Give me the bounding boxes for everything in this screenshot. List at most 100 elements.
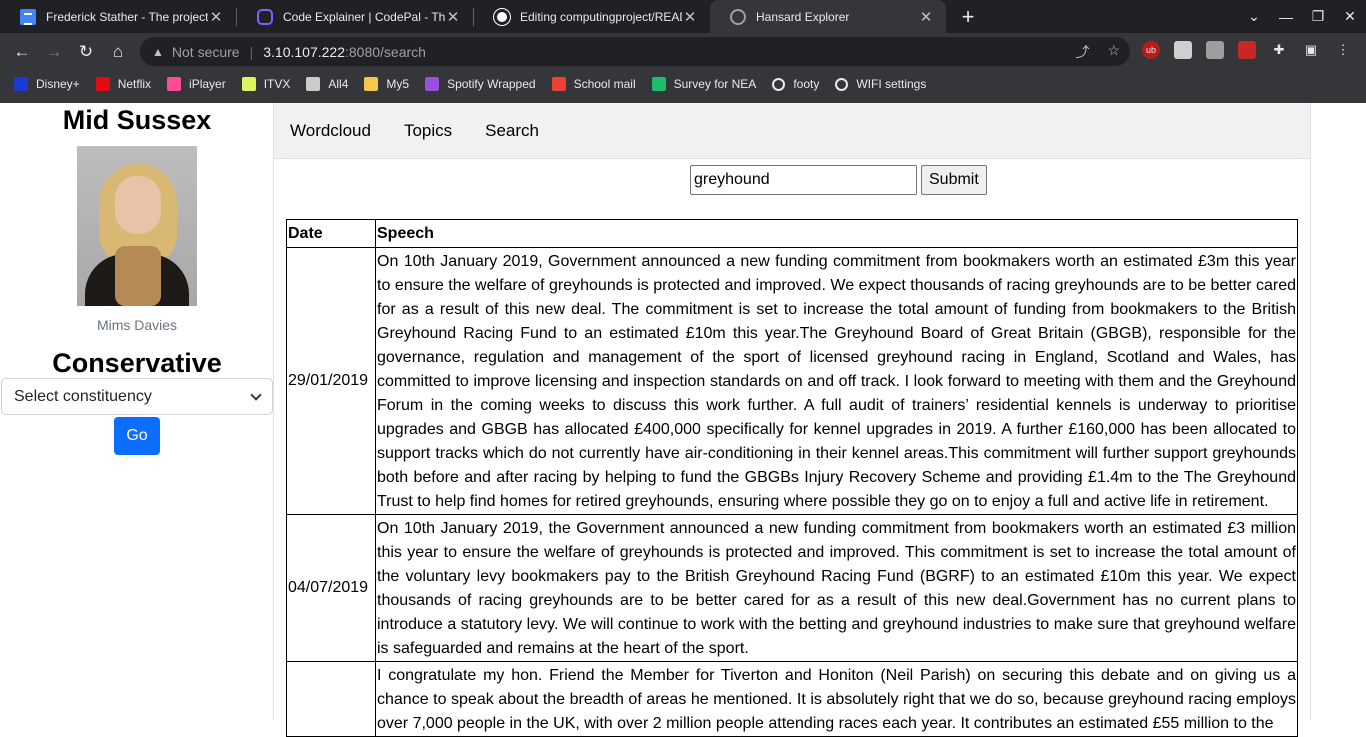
bookmark-item[interactable]: School mail bbox=[551, 77, 636, 91]
bookmark-label: iPlayer bbox=[189, 77, 226, 91]
side-panel-icon[interactable]: ▣ bbox=[1302, 41, 1320, 59]
bookmark-label: WIFI settings bbox=[856, 77, 927, 91]
browser-tab-strip: Frederick Stather - The project - G ✕ Co… bbox=[0, 0, 1366, 33]
iplayer-icon bbox=[167, 77, 182, 91]
mp-portrait bbox=[77, 146, 197, 306]
close-icon[interactable]: ✕ bbox=[445, 8, 461, 26]
bookmark-item[interactable]: footy bbox=[772, 77, 819, 91]
bookmark-item[interactable]: ITVX bbox=[241, 77, 291, 91]
back-icon[interactable]: ← bbox=[6, 42, 38, 62]
netflix-icon bbox=[95, 77, 110, 91]
date-cell: 29/01/2019 bbox=[286, 247, 376, 515]
submit-button[interactable]: Submit bbox=[921, 165, 987, 195]
mp-sidebar: Mid Sussex Mims Davies Conservative Sele… bbox=[0, 103, 274, 720]
globe-icon bbox=[772, 77, 786, 91]
bookmark-item[interactable]: Spotify Wrapped bbox=[425, 77, 536, 91]
globe-icon bbox=[835, 77, 849, 91]
speech-cell: On 10th January 2019, the Government ann… bbox=[375, 514, 1298, 662]
table-row: I congratulate my hon. Friend the Member… bbox=[286, 661, 1298, 737]
tab-title: Hansard Explorer bbox=[756, 9, 850, 24]
search-form: greyhound Submit bbox=[690, 165, 987, 195]
bookmark-label: My5 bbox=[386, 77, 410, 91]
bookmark-item[interactable]: Survey for NEA bbox=[651, 77, 757, 91]
mp-name: Mims Davies bbox=[96, 317, 178, 333]
reload-icon[interactable]: ↻ bbox=[70, 42, 102, 62]
bookmark-label: Survey for NEA bbox=[673, 77, 757, 91]
bookmark-item[interactable]: Netflix bbox=[95, 77, 152, 91]
browser-tab[interactable]: Code Explainer | CodePal - The U ✕ bbox=[237, 0, 473, 33]
ublock-icon[interactable]: ub bbox=[1142, 41, 1160, 59]
puzzle-icon[interactable]: ✚ bbox=[1270, 41, 1288, 59]
date-cell bbox=[286, 661, 376, 737]
bookmark-item[interactable]: Disney+ bbox=[14, 77, 80, 91]
bookmark-label: Disney+ bbox=[36, 77, 80, 91]
speech-column-header: Speech bbox=[375, 219, 1298, 248]
main-panel: Wordcloud Topics Search greyhound Submit… bbox=[273, 103, 1311, 737]
bookmark-label: All4 bbox=[328, 77, 349, 91]
bookmark-item[interactable]: iPlayer bbox=[167, 77, 226, 91]
extension-icon[interactable] bbox=[1174, 41, 1192, 59]
speech-cell: I congratulate my hon. Friend the Member… bbox=[375, 661, 1298, 737]
window-close-icon[interactable]: ✕ bbox=[1334, 8, 1366, 25]
codepal-icon bbox=[257, 8, 273, 25]
bookmark-label: footy bbox=[793, 77, 820, 91]
bookmark-item[interactable]: All4 bbox=[306, 77, 348, 91]
home-icon[interactable]: ⌂ bbox=[102, 42, 134, 62]
browser-tab-active[interactable]: Hansard Explorer ✕ bbox=[710, 0, 946, 33]
security-label[interactable]: Not secure bbox=[172, 44, 240, 60]
bookmark-label: Netflix bbox=[117, 77, 152, 91]
menu-icon[interactable]: ⋮ bbox=[1334, 41, 1352, 59]
browser-tab[interactable]: Frederick Stather - The project - G ✕ bbox=[0, 0, 236, 33]
warning-icon[interactable]: ▲ bbox=[152, 45, 164, 59]
constituency-select[interactable]: Select constituency bbox=[1, 378, 273, 415]
new-tab-button[interactable]: + bbox=[946, 0, 990, 33]
maximize-icon[interactable]: ❐ bbox=[1302, 8, 1334, 25]
spotify-icon bbox=[425, 77, 440, 91]
constituency-title: Mid Sussex bbox=[62, 105, 212, 135]
close-icon[interactable]: ✕ bbox=[918, 8, 934, 26]
speech-cell: On 10th January 2019, Government announc… bbox=[375, 247, 1298, 515]
date-cell: 04/07/2019 bbox=[286, 514, 376, 662]
page-content: Mid Sussex Mims Davies Conservative Sele… bbox=[0, 103, 1366, 737]
date-column-header: Date bbox=[286, 219, 376, 248]
tab-title: Editing computingproject/READM bbox=[520, 9, 682, 24]
search-input[interactable]: greyhound bbox=[690, 165, 917, 195]
nav-link-search[interactable]: Search bbox=[485, 121, 539, 141]
window-controls: ⌄ — ❐ ✕ bbox=[1238, 0, 1366, 33]
my5-icon bbox=[364, 77, 379, 91]
extension-icon[interactable] bbox=[1238, 41, 1256, 59]
forward-icon[interactable]: → bbox=[38, 42, 70, 62]
bookmark-star-icon[interactable]: ☆ bbox=[1107, 42, 1120, 62]
top-nav: Wordcloud Topics Search bbox=[274, 103, 1310, 159]
close-icon[interactable]: ✕ bbox=[208, 8, 224, 26]
browser-tab[interactable]: Editing computingproject/READM ✕ bbox=[474, 0, 710, 33]
go-button[interactable]: Go bbox=[114, 417, 160, 455]
close-icon[interactable]: ✕ bbox=[682, 8, 698, 26]
nav-link-wordcloud[interactable]: Wordcloud bbox=[290, 121, 371, 141]
tab-title: Code Explainer | CodePal - The U bbox=[283, 9, 445, 24]
bookmark-label: ITVX bbox=[263, 77, 291, 91]
google-docs-icon bbox=[20, 8, 36, 25]
extension-icon[interactable] bbox=[1206, 41, 1224, 59]
bookmark-label: School mail bbox=[573, 77, 636, 91]
bookmark-item[interactable]: My5 bbox=[364, 77, 409, 91]
party-name: Conservative bbox=[52, 348, 222, 378]
url-host: 3.10.107.222 bbox=[263, 43, 345, 60]
omnibox-actions: ⤴ ☆ bbox=[1075, 42, 1120, 62]
disney-icon bbox=[14, 77, 28, 91]
minimize-icon[interactable]: — bbox=[1270, 9, 1302, 25]
share-icon[interactable]: ⤴ bbox=[1075, 42, 1089, 62]
bookmarks-bar: Disney+ Netflix iPlayer ITVX All4 My5 Spotify … bbox=[0, 70, 1366, 98]
extension-icons: ub ✚ ▣ ⋮ bbox=[1142, 41, 1352, 59]
nav-link-topics[interactable]: Topics bbox=[404, 121, 452, 141]
select-label: Select constituency bbox=[14, 387, 152, 405]
tab-search-icon[interactable]: ⌄ bbox=[1238, 8, 1270, 25]
address-bar[interactable]: ▲ Not secure | 3.10.107.222 :8080/search… bbox=[140, 37, 1130, 66]
survey-icon bbox=[651, 77, 666, 91]
github-icon bbox=[494, 8, 510, 25]
tab-title: Frederick Stather - The project - G bbox=[46, 9, 208, 24]
bookmark-item[interactable]: WIFI settings bbox=[835, 77, 926, 91]
all4-icon bbox=[306, 77, 321, 91]
table-header-row: Date Speech bbox=[286, 219, 1298, 248]
results-table: Date Speech 29/01/2019 On 10th January 2… bbox=[286, 219, 1298, 737]
